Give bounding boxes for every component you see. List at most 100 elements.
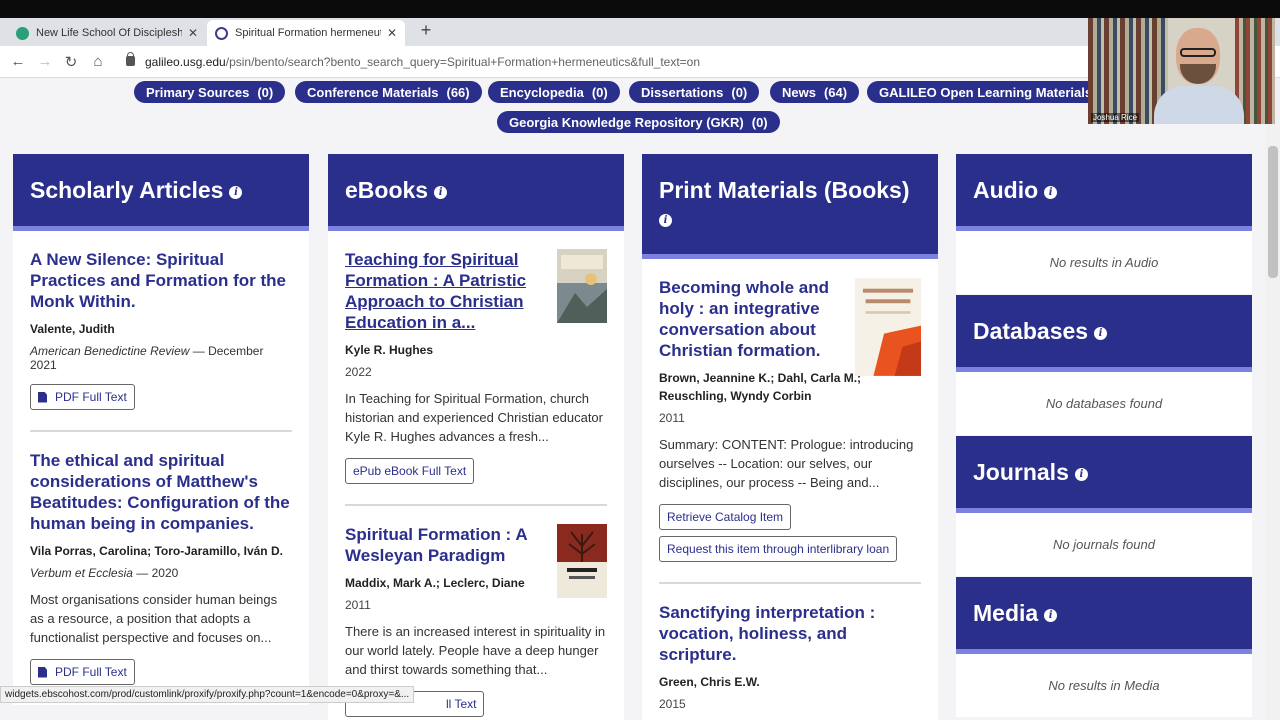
panel-header: Scholarly Articles i (13, 154, 309, 231)
glasses-icon (1180, 48, 1216, 57)
result-title[interactable]: The ethical and spiritual considerations… (30, 450, 292, 534)
button-label: ePub eBook Full Text (353, 464, 467, 478)
book-cover-thumbnail[interactable] (557, 249, 607, 323)
info-icon[interactable]: i (1044, 186, 1058, 199)
retrieve-catalog-item-button[interactable]: Retrieve Catalog Item (659, 504, 792, 530)
close-icon[interactable]: ✕ (387, 26, 397, 40)
filter-count: (64) (823, 84, 848, 100)
home-icon[interactable]: ⌂ (89, 53, 107, 70)
result-title[interactable]: Teaching for Spiritual Formation : A Pat… (345, 249, 527, 333)
button-label: Retrieve Catalog Item (667, 510, 784, 524)
databases-panel: Databases i No databases found (956, 295, 1252, 435)
result-source: American Benedictine Review — December 2… (30, 344, 292, 372)
result-title[interactable]: Becoming whole and holy : an integrative… (659, 277, 841, 361)
forward-icon[interactable]: → (36, 53, 54, 70)
result-item: A New Silence: Spiritual Practices and F… (30, 231, 292, 432)
book-cover-thumbnail[interactable] (855, 277, 921, 377)
audio-panel: Audio i No results in Audio (956, 154, 1252, 294)
tab-galileo[interactable]: Spiritual Formation hermeneutic ✕ (207, 20, 405, 46)
result-author: Valente, Judith (30, 322, 115, 336)
filter-conference-materials[interactable]: Conference Materials (66) (295, 81, 482, 103)
tab-new-life[interactable]: New Life School Of Discipleship ✕ (8, 20, 206, 46)
result-title[interactable]: Spiritual Formation : A Wesleyan Paradig… (345, 524, 527, 566)
info-icon[interactable]: i (659, 214, 672, 227)
filter-encyclopedia[interactable]: Encyclopedia (0) (488, 81, 620, 103)
filter-count: (0) (751, 114, 768, 130)
result-item: The ethical and spiritual considerations… (30, 432, 292, 705)
button-label: Request this item through interlibrary l… (667, 542, 890, 556)
panel-header: Audio i (956, 154, 1252, 231)
url-path: /psin/bento/search?bento_search_query=Sp… (225, 55, 701, 69)
button-label: ll Text (446, 697, 477, 711)
filter-dissertations[interactable]: Dissertations (0) (629, 81, 760, 103)
result-title[interactable]: A New Silence: Spiritual Practices and F… (30, 249, 292, 312)
result-year: 2011 (345, 598, 371, 612)
result-year: 2022 (345, 365, 372, 379)
button-label: PDF Full Text (55, 390, 127, 404)
result-author: Kyle R. Hughes (345, 343, 434, 357)
result-source: Verbum et Ecclesia — 2020 (30, 566, 292, 580)
back-icon[interactable]: ← (9, 53, 27, 70)
pdf-full-text-button[interactable]: PDF Full Text (30, 384, 135, 410)
result-year: 2015 (659, 697, 686, 711)
result-date: — 2020 (132, 566, 179, 580)
filter-label: Encyclopedia (500, 84, 584, 100)
result-description: In Teaching for Spiritual Formation, chu… (345, 391, 603, 444)
empty-message: No results in Audio (956, 231, 1252, 294)
close-icon[interactable]: ✕ (188, 26, 198, 40)
interlibrary-loan-button[interactable]: Request this item through interlibrary l… (659, 536, 898, 562)
tab-favicon-icon (215, 26, 228, 40)
new-tab-icon[interactable]: + (416, 20, 436, 41)
pdf-icon (38, 391, 47, 403)
result-year: 2011 (659, 411, 685, 425)
info-icon[interactable]: i (1074, 468, 1088, 481)
book-cover-thumbnail[interactable] (557, 524, 607, 598)
reload-icon[interactable]: ↻ (62, 53, 80, 71)
result-description: Most organisations consider human beings… (30, 592, 278, 645)
print-materials-panel: Print Materials (Books) i Becoming whole … (642, 154, 938, 720)
filter-georgia-knowledge-repository[interactable]: Georgia Knowledge Repository (GKR) (0) (497, 111, 780, 133)
info-icon[interactable]: i (434, 186, 448, 199)
filter-label: Conference Materials (307, 84, 439, 100)
info-icon[interactable]: i (229, 186, 243, 199)
result-description: Summary: CONTENT: Prologue: introducing … (659, 437, 914, 490)
panel-header: Journals i (956, 436, 1252, 513)
panel-title: Journals (973, 459, 1069, 485)
result-author: Vila Porras, Carolina; Toro-Jaramillo, I… (30, 544, 283, 558)
result-item: Becoming whole and holy : an integrative… (659, 259, 921, 584)
panel-title: Print Materials (Books) (659, 177, 910, 203)
filter-news[interactable]: News (64) (770, 81, 860, 103)
scrollbar-thumb[interactable] (1268, 146, 1278, 278)
info-icon[interactable]: i (1044, 609, 1058, 622)
presenter-body (1154, 86, 1244, 124)
result-journal: American Benedictine Review (30, 344, 190, 358)
filter-galileo-open-learning[interactable]: GALILEO Open Learning Materials (867, 81, 1088, 103)
lock-icon[interactable] (126, 52, 135, 66)
filter-label: News (782, 84, 816, 100)
status-url-bar: widgets.ebscohost.com/prod/customlink/pr… (0, 686, 415, 703)
filter-count: (0) (591, 84, 608, 100)
empty-message: No journals found (956, 513, 1252, 576)
tab-label: Spiritual Formation hermeneutic (235, 27, 381, 39)
result-item: Sanctifying interpretation : vocation, h… (659, 584, 921, 720)
pdf-full-text-button[interactable]: PDF Full Text (30, 659, 135, 685)
panel-title: eBooks (345, 177, 429, 203)
filter-primary-sources[interactable]: Primary Sources (0) (134, 81, 286, 103)
url-host: galileo.usg.edu (145, 55, 226, 69)
scholarly-articles-panel: Scholarly Articles i A New Silence: Spiri… (13, 154, 309, 705)
result-journal: Verbum et Ecclesia (30, 566, 133, 580)
panel-header: eBooks i (328, 154, 624, 231)
presenter-name: Joshua Rice (1091, 113, 1140, 122)
os-top-bar (0, 0, 1280, 18)
ebooks-panel: eBooks i Teaching for Spiritual Formation… (328, 154, 624, 720)
webcam-overlay: Joshua Rice (1088, 18, 1275, 124)
info-icon[interactable]: i (1094, 327, 1108, 340)
filter-label: Georgia Knowledge Repository (GKR) (509, 114, 744, 130)
panel-title: Audio (973, 177, 1039, 203)
filter-count: (0) (257, 84, 274, 100)
panel-title: Databases (973, 318, 1089, 344)
epub-full-text-button[interactable]: ePub eBook Full Text (345, 458, 475, 484)
url-field[interactable]: galileo.usg.edu/psin/bento/search?bento_… (145, 55, 700, 69)
result-title[interactable]: Sanctifying interpretation : vocation, h… (659, 602, 921, 665)
panel-title: Media (973, 600, 1039, 626)
